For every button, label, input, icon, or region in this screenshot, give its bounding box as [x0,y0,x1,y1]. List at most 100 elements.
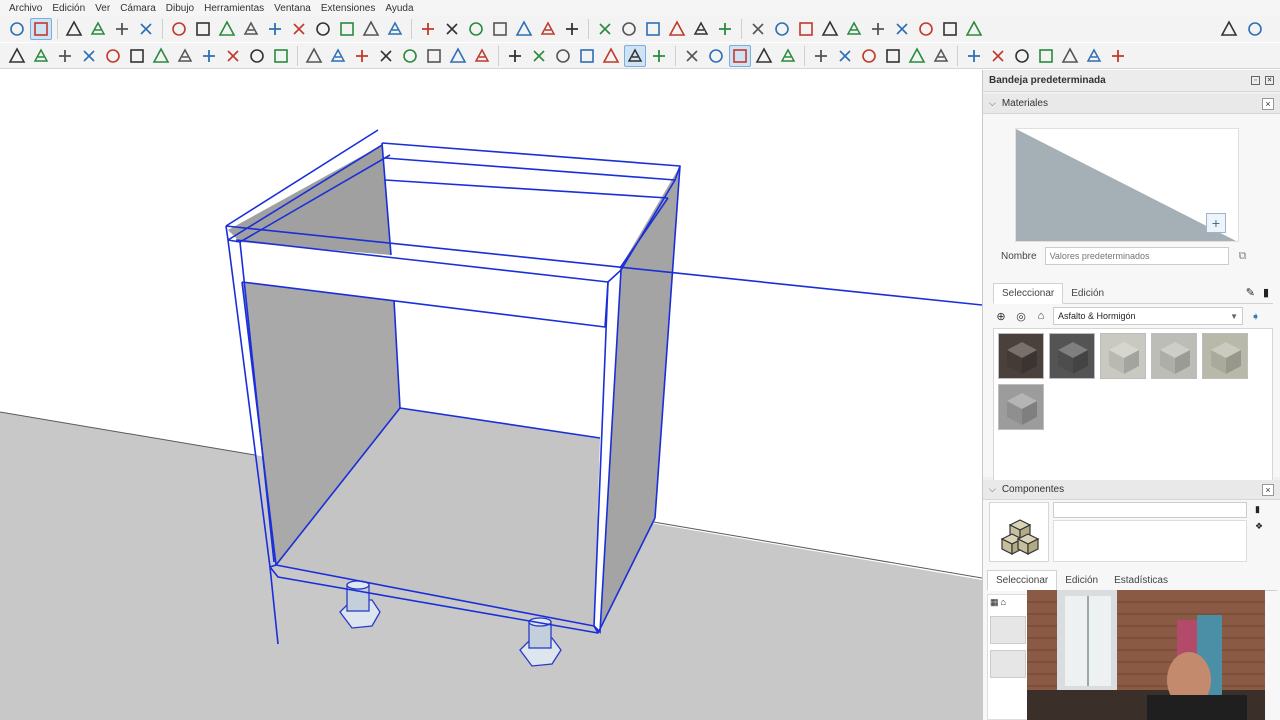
eraser-icon[interactable] [63,18,85,40]
follow-me-icon[interactable] [192,18,214,40]
menu-4[interactable]: Dibujo [161,3,199,14]
solid-subtract-icon[interactable] [771,18,793,40]
components-small-icon[interactable]: ❖ [1255,521,1263,532]
drop-filled-icon[interactable] [576,45,598,67]
component-thumbnail[interactable] [990,650,1026,678]
terrain-grid-icon[interactable] [1011,45,1033,67]
details-icon[interactable]: ➧ [1251,310,1260,323]
outliner-icon[interactable] [351,45,373,67]
snap-icon[interactable] [681,45,703,67]
front-view-icon[interactable] [54,45,76,67]
right-view-icon[interactable] [78,45,100,67]
iso-view-icon[interactable] [6,45,28,67]
home-icon[interactable]: ⌂ [1001,597,1006,608]
frame-icon[interactable] [471,45,493,67]
tab-edit[interactable]: Edición [1063,284,1112,303]
line-tool-icon[interactable] [777,45,799,67]
material-swatch[interactable] [1100,333,1146,379]
textured-icon[interactable] [246,45,268,67]
materials-panel-header[interactable]: ⌵ Materiales × [983,94,1280,114]
walk-icon[interactable] [915,18,937,40]
menu-6[interactable]: Ventana [269,3,316,14]
close-icon[interactable]: × [1262,97,1274,110]
offset-icon[interactable] [288,18,310,40]
grid-icon[interactable] [447,45,469,67]
close-icon[interactable]: × [1265,76,1274,85]
terrain-icon[interactable] [963,45,985,67]
duplicate-icon[interactable]: ⧉ [1239,250,1247,263]
tape-measure-icon[interactable] [594,18,616,40]
tab-edit[interactable]: Edición [1057,571,1106,590]
gear-icon[interactable] [504,45,526,67]
hexagon-fill-icon[interactable] [834,45,856,67]
zoom-window-icon[interactable] [384,18,406,40]
sandbox-icon[interactable] [843,18,865,40]
component-thumbnail[interactable] [990,616,1026,644]
3d-text-icon[interactable] [714,18,736,40]
group-icon[interactable] [327,45,349,67]
drop-outline-icon[interactable] [648,45,670,67]
chevron-down-icon[interactable]: ⌵ [989,484,996,495]
component-description-field[interactable] [1053,520,1247,562]
menu-7[interactable]: Extensiones [316,3,380,14]
wireframe-icon[interactable] [174,45,196,67]
material-swatch[interactable] [998,333,1044,379]
styles-icon[interactable] [465,18,487,40]
entity-info-icon[interactable] [399,45,421,67]
rectangle-icon[interactable] [135,18,157,40]
arc-icon[interactable] [111,18,133,40]
material-swatch[interactable] [1151,333,1197,379]
flip-icon[interactable] [867,18,889,40]
material-name-field[interactable] [1044,247,1229,265]
terrain-blue-icon[interactable] [987,45,1009,67]
shaded-icon[interactable] [222,45,244,67]
create-material-icon[interactable]: + [1206,213,1226,233]
tab-select[interactable]: Seleccionar [987,570,1058,591]
xray-icon[interactable] [150,45,172,67]
rotate-icon[interactable] [240,18,262,40]
look-around-icon[interactable] [963,18,985,40]
account-icon[interactable] [1244,18,1266,40]
fog-icon[interactable] [537,18,559,40]
drop-icon[interactable] [552,45,574,67]
material-swatch[interactable] [1049,333,1095,379]
hexagon-icon[interactable] [810,45,832,67]
back-view-icon[interactable] [102,45,124,67]
warehouse-icon[interactable] [561,18,583,40]
magnet-active-icon[interactable] [729,44,751,67]
dimension-icon[interactable] [642,18,664,40]
export-icon[interactable] [1107,45,1129,67]
hidden-line-icon[interactable] [198,45,220,67]
in-model-icon[interactable]: ◎ [1013,308,1029,324]
tree-icon[interactable] [1083,45,1105,67]
scene-icon[interactable] [375,45,397,67]
components-panel-header[interactable]: ⌵ Componentes × [983,480,1280,500]
magnet-icon[interactable] [705,45,727,67]
close-icon[interactable]: × [1262,483,1274,496]
menu-1[interactable]: Edición [47,3,90,14]
axes-icon[interactable] [690,18,712,40]
modeling-viewport[interactable] [0,70,982,720]
component-name-field[interactable] [1053,502,1247,518]
monochrome-icon[interactable] [270,45,292,67]
layers-icon[interactable] [489,18,511,40]
zoom-icon[interactable] [6,18,28,40]
solid-trim-icon[interactable] [795,18,817,40]
protractor-icon[interactable] [618,18,640,40]
home-icon[interactable]: ⌂ [1033,308,1049,324]
pencil-icon[interactable] [87,18,109,40]
sketch-icon[interactable] [423,45,445,67]
scale-icon[interactable] [264,18,286,40]
pan-icon[interactable] [360,18,382,40]
hexagon-red-icon[interactable] [882,45,904,67]
close-icon[interactable] [528,45,550,67]
paint-bucket-icon[interactable] [312,18,334,40]
drop-blue-icon[interactable] [600,45,622,67]
material-swatch[interactable] [998,384,1044,430]
menu-5[interactable]: Herramientas [199,3,269,14]
menu-8[interactable]: Ayuda [380,3,418,14]
scene-canvas[interactable] [0,70,982,720]
tab-statistics[interactable]: Estadísticas [1106,571,1176,590]
drop-active-icon[interactable] [624,44,646,67]
move-red-icon[interactable] [930,45,952,67]
